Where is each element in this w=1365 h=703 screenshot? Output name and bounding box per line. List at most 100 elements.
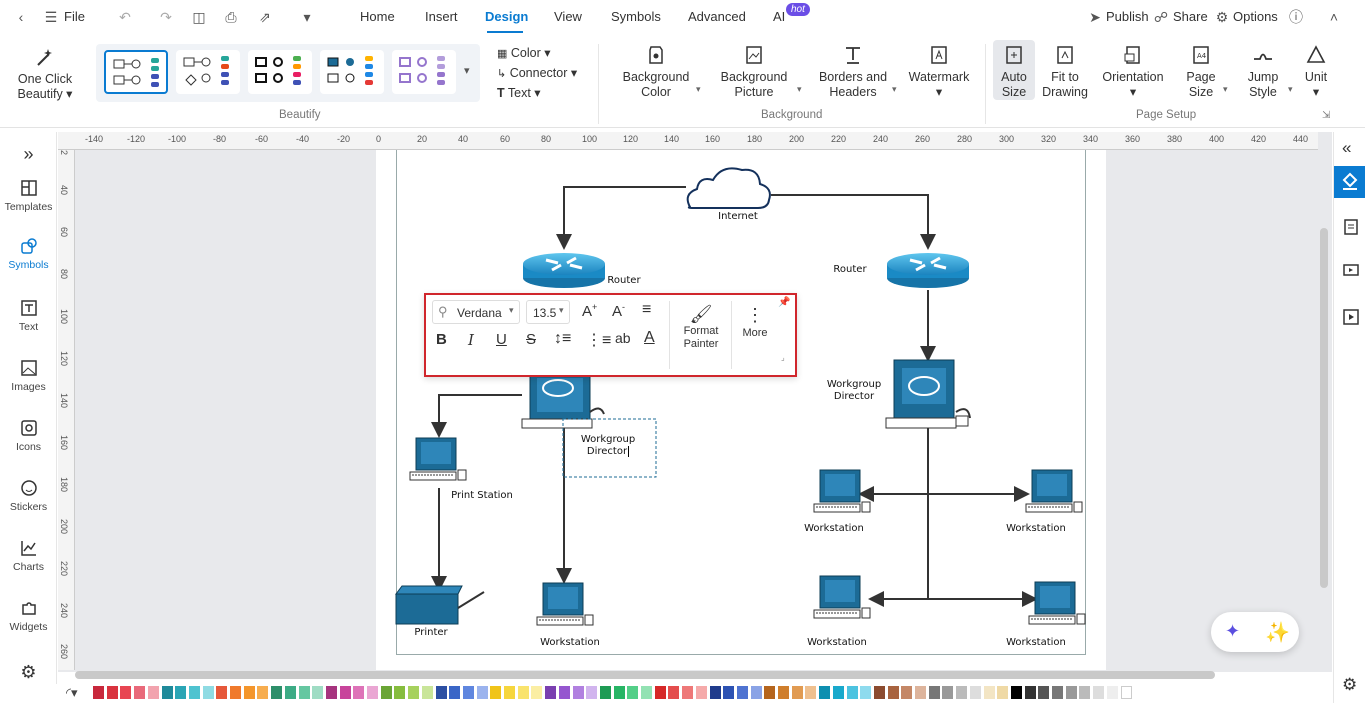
printer-label[interactable]: Printer [404,627,458,638]
color-swatch[interactable] [668,686,680,699]
line-spacing-icon[interactable]: ↕≡ [554,330,571,348]
color-swatch[interactable] [504,686,515,699]
workstation-label[interactable]: Workstation [800,637,874,648]
color-swatch[interactable] [1038,686,1050,699]
router-right-icon[interactable] [885,251,971,290]
color-swatch[interactable] [339,686,351,699]
connector-director-printstation[interactable] [431,394,522,438]
color-swatch[interactable] [805,686,817,699]
color-swatch[interactable] [641,686,652,699]
text-case-icon[interactable]: ab [615,330,631,346]
color-swatch[interactable] [1120,686,1132,699]
color-swatch[interactable] [243,686,255,699]
color-swatch[interactable] [1093,686,1105,699]
workstation-label[interactable]: Workstation [797,523,871,534]
connector-internet-router-right[interactable] [771,194,936,250]
color-swatch[interactable] [106,686,118,699]
color-swatch[interactable] [832,686,844,699]
color-swatch[interactable] [572,686,584,699]
color-swatch[interactable] [134,686,146,699]
horizontal-scrollbar[interactable] [75,671,1215,679]
internet-cloud-icon[interactable] [686,167,771,209]
color-swatch[interactable] [257,686,269,699]
workgroup-director-left-label[interactable]: Workgroup Director [572,434,644,458]
color-swatch[interactable] [915,686,926,699]
color-swatch[interactable] [846,686,858,699]
router-right-label[interactable]: Router [826,264,874,275]
color-swatch[interactable] [353,686,365,699]
color-swatch[interactable] [1079,686,1091,699]
color-swatch[interactable] [216,686,228,699]
vertical-scrollbar[interactable] [1320,228,1328,588]
printer-icon[interactable] [395,585,485,625]
color-swatch[interactable] [449,686,461,699]
decrease-font-icon[interactable]: A- [612,302,625,320]
color-swatch[interactable] [599,686,611,699]
format-painter-button[interactable]: 🖌 Format Painter [674,303,728,351]
color-swatch[interactable] [1024,686,1036,699]
color-swatch[interactable] [408,686,420,699]
color-swatch[interactable] [188,686,200,699]
color-swatch[interactable] [476,686,488,699]
fill-bucket-icon[interactable]: ◜▾ [66,685,78,701]
color-swatch[interactable] [1106,686,1118,699]
color-swatch[interactable] [887,686,899,699]
color-swatch[interactable] [928,686,940,699]
ai-brush-icon[interactable]: ✦ [1225,621,1240,642]
workstation-label[interactable]: Workstation [533,637,607,648]
color-swatch[interactable] [764,686,776,699]
color-swatch[interactable] [462,686,474,699]
router-left-icon[interactable] [521,251,607,290]
color-swatch[interactable] [709,686,721,699]
color-swatch[interactable] [942,686,954,699]
ai-sparkle-icon[interactable]: ✨ [1265,620,1290,645]
more-button[interactable]: ⋮ More [736,303,774,339]
color-swatch[interactable] [394,686,406,699]
color-swatch[interactable] [202,686,214,699]
workstation-label[interactable]: Workstation [999,523,1073,534]
color-swatch[interactable] [558,686,570,699]
font-color-icon[interactable]: A [644,329,655,347]
color-swatch[interactable] [983,686,995,699]
color-swatch[interactable] [312,686,324,699]
color-swatch[interactable] [750,686,762,699]
color-swatch[interactable] [873,686,885,699]
color-swatch[interactable] [997,686,1009,699]
color-swatch[interactable] [682,686,694,699]
increase-font-icon[interactable]: A+ [582,302,597,320]
color-swatch[interactable] [120,686,132,699]
workgroup-director-right-icon[interactable] [885,359,971,429]
font-family-select[interactable]: ⚲ Verdana ▾ [432,300,520,324]
align-icon[interactable]: ≡ [642,301,651,319]
workgroup-director-right-label[interactable]: Workgroup Director [818,379,890,403]
color-swatch[interactable] [298,686,310,699]
color-swatch[interactable] [147,686,159,699]
color-swatch[interactable] [695,686,707,699]
color-swatch[interactable] [435,686,447,699]
print-station-icon[interactable] [409,437,467,481]
color-swatch[interactable] [723,686,735,699]
workstation-icon[interactable] [813,469,871,513]
workstation-icon[interactable] [813,575,871,619]
workstation-icon[interactable] [1028,581,1086,625]
color-swatch[interactable] [545,686,557,699]
color-swatch[interactable] [271,686,283,699]
color-swatch[interactable] [1052,686,1063,699]
color-swatch[interactable] [531,686,543,699]
color-swatch[interactable] [627,686,639,699]
color-swatch[interactable] [736,686,748,699]
color-swatch[interactable] [969,686,981,699]
bullet-list-icon[interactable]: ⋮≡ [586,330,611,350]
workstation-icon[interactable] [536,582,594,626]
color-swatch[interactable] [1010,686,1022,699]
color-swatch[interactable] [901,686,913,699]
workstation-label[interactable]: Workstation [999,637,1073,648]
pin-icon[interactable]: 📌 [778,297,790,308]
connector-internet-router-left[interactable] [556,186,686,250]
bold-icon[interactable]: B [436,331,447,348]
color-swatch[interactable] [230,686,241,699]
color-swatch[interactable] [860,686,872,699]
color-swatch[interactable] [819,686,831,699]
color-swatch[interactable] [517,686,529,699]
color-swatch[interactable] [613,686,625,699]
